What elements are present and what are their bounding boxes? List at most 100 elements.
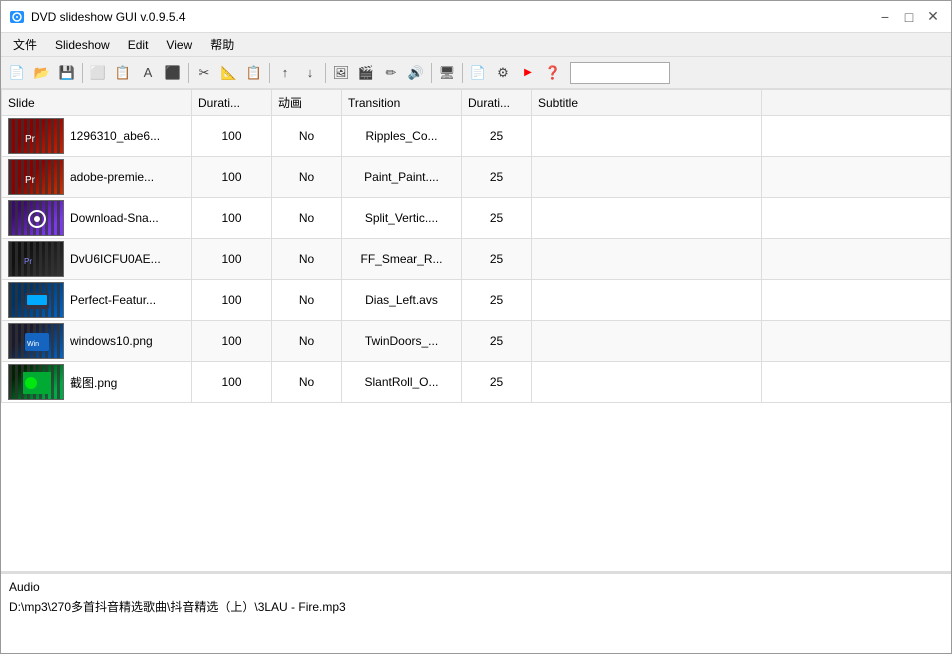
- header-tduration: Durati...: [462, 90, 532, 116]
- cell-duration-6: 100: [192, 362, 272, 403]
- video-button[interactable]: 🎬: [354, 61, 378, 85]
- header-duration: Durati...: [192, 90, 272, 116]
- header-transition: Transition: [342, 90, 462, 116]
- cell-subtitle-5: [532, 321, 762, 362]
- toolbar: 📄 📂 💾 ⬜ 📋 A ⬛ ✂ 📐 📋 ↑ ↓ 🖼 🎬 ✏ 🔊 🖥 📄 ⚙ ▶ …: [1, 57, 951, 89]
- menu-bar: 文件 Slideshow Edit View 帮助: [1, 33, 951, 57]
- cell-transition-3: FF_Smear_R...: [342, 239, 462, 280]
- slide-thumb-2: [8, 200, 64, 236]
- cell-duration-3: 100: [192, 239, 272, 280]
- table-row[interactable]: Perfect-Featur... 100NoDias_Left.avs25: [2, 280, 951, 321]
- menu-file[interactable]: 文件: [5, 34, 45, 55]
- sep-3: [269, 63, 270, 83]
- header-slide: Slide: [2, 90, 192, 116]
- cell-tduration-3: 25: [462, 239, 532, 280]
- paste2-button[interactable]: 📋: [242, 61, 266, 85]
- table-row[interactable]: Pr adobe-premie... 100NoPaint_Paint....2…: [2, 157, 951, 198]
- cell-tduration-4: 25: [462, 280, 532, 321]
- slide-cell-0: Pr 1296310_abe6...: [2, 116, 192, 157]
- svg-text:Pr: Pr: [25, 175, 36, 186]
- header-subtitle: Subtitle: [532, 90, 762, 116]
- cell-subtitle-2: [532, 198, 762, 239]
- title-bar-left: DVD slideshow GUI v.0.9.5.4: [9, 9, 186, 25]
- copy-button[interactable]: ⬜: [86, 61, 110, 85]
- slide-name-2: Download-Sna...: [70, 211, 159, 225]
- window-controls: − □ ✕: [875, 7, 943, 27]
- cell-animation-1: No: [272, 157, 342, 198]
- cell-animation-2: No: [272, 198, 342, 239]
- table-row[interactable]: Pr DvU6ICFU0AE... 100NoFF_Smear_R...25: [2, 239, 951, 280]
- slide-name-4: Perfect-Featur...: [70, 293, 156, 307]
- new-button[interactable]: 📄: [5, 61, 29, 85]
- slide-thumb-5: Win: [8, 323, 64, 359]
- sep-5: [431, 63, 432, 83]
- cell-tduration-1: 25: [462, 157, 532, 198]
- table-row[interactable]: 截图.png 100NoSlantRoll_O...25: [2, 362, 951, 403]
- cell-subtitle-3: [532, 239, 762, 280]
- slide-thumb-6: [8, 364, 64, 400]
- audio-label: Audio: [9, 580, 943, 594]
- table-row[interactable]: Download-Sna... 100NoSplit_Vertic....25: [2, 198, 951, 239]
- help-button[interactable]: ❓: [541, 61, 565, 85]
- maximize-button[interactable]: □: [899, 7, 919, 27]
- close-button[interactable]: ✕: [923, 7, 943, 27]
- save-button[interactable]: 💾: [55, 61, 79, 85]
- cell-animation-4: No: [272, 280, 342, 321]
- cell-tduration-6: 25: [462, 362, 532, 403]
- cell-duration-1: 100: [192, 157, 272, 198]
- menu-view[interactable]: View: [158, 36, 200, 54]
- title-bar: DVD slideshow GUI v.0.9.5.4 − □ ✕: [1, 1, 951, 33]
- audio-button[interactable]: 🔊: [404, 61, 428, 85]
- cell-duration-0: 100: [192, 116, 272, 157]
- slide-name-1: adobe-premie...: [70, 170, 154, 184]
- cell-extra-2: [762, 198, 951, 239]
- copy3-button[interactable]: 📄: [466, 61, 490, 85]
- slide-name-0: 1296310_abe6...: [70, 129, 160, 143]
- cell-animation-0: No: [272, 116, 342, 157]
- paste-button[interactable]: 📋: [111, 61, 135, 85]
- slide-name-3: DvU6ICFU0AE...: [70, 252, 161, 266]
- minimize-button[interactable]: −: [875, 7, 895, 27]
- cell-transition-5: TwinDoors_...: [342, 321, 462, 362]
- up-button[interactable]: ↑: [273, 61, 297, 85]
- cut2-button[interactable]: 📐: [217, 61, 241, 85]
- img-button[interactable]: 🖼: [329, 61, 353, 85]
- slide-name-6: 截图.png: [70, 374, 117, 391]
- search-input[interactable]: [570, 62, 670, 84]
- cell-extra-0: [762, 116, 951, 157]
- yt-button[interactable]: ▶: [516, 61, 540, 85]
- window-title: DVD slideshow GUI v.0.9.5.4: [31, 10, 186, 24]
- cell-animation-5: No: [272, 321, 342, 362]
- slide-thumb-3: Pr: [8, 241, 64, 277]
- cell-tduration-0: 25: [462, 116, 532, 157]
- sep-2: [188, 63, 189, 83]
- cut-button[interactable]: ✂: [192, 61, 216, 85]
- open-button[interactable]: 📂: [30, 61, 54, 85]
- slides-table-container[interactable]: Slide Durati... 动画 Transition Durati... …: [1, 89, 951, 573]
- menu-slideshow[interactable]: Slideshow: [47, 36, 118, 54]
- slide-thumb-0: Pr: [8, 118, 64, 154]
- pen-button[interactable]: ✏: [379, 61, 403, 85]
- cell-animation-3: No: [272, 239, 342, 280]
- sep-4: [325, 63, 326, 83]
- menu-edit[interactable]: Edit: [120, 36, 157, 54]
- font-button[interactable]: A: [136, 61, 160, 85]
- bold-button[interactable]: ⬛: [161, 61, 185, 85]
- cell-extra-5: [762, 321, 951, 362]
- table-row[interactable]: Win windows10.png 100NoTwinDoors_...25: [2, 321, 951, 362]
- cell-subtitle-4: [532, 280, 762, 321]
- cell-duration-4: 100: [192, 280, 272, 321]
- menu-help[interactable]: 帮助: [202, 34, 242, 55]
- cell-tduration-2: 25: [462, 198, 532, 239]
- cell-animation-6: No: [272, 362, 342, 403]
- settings-button[interactable]: ⚙: [491, 61, 515, 85]
- slide-thumb-4: [8, 282, 64, 318]
- down-button[interactable]: ↓: [298, 61, 322, 85]
- slide-thumb-1: Pr: [8, 159, 64, 195]
- app-icon: [9, 9, 25, 25]
- table-row[interactable]: Pr 1296310_abe6... 100NoRipples_Co...25: [2, 116, 951, 157]
- monitor-button[interactable]: 🖥: [435, 61, 459, 85]
- slide-cell-3: Pr DvU6ICFU0AE...: [2, 239, 192, 280]
- slides-table: Slide Durati... 动画 Transition Durati... …: [1, 89, 951, 403]
- svg-text:Pr: Pr: [25, 134, 36, 145]
